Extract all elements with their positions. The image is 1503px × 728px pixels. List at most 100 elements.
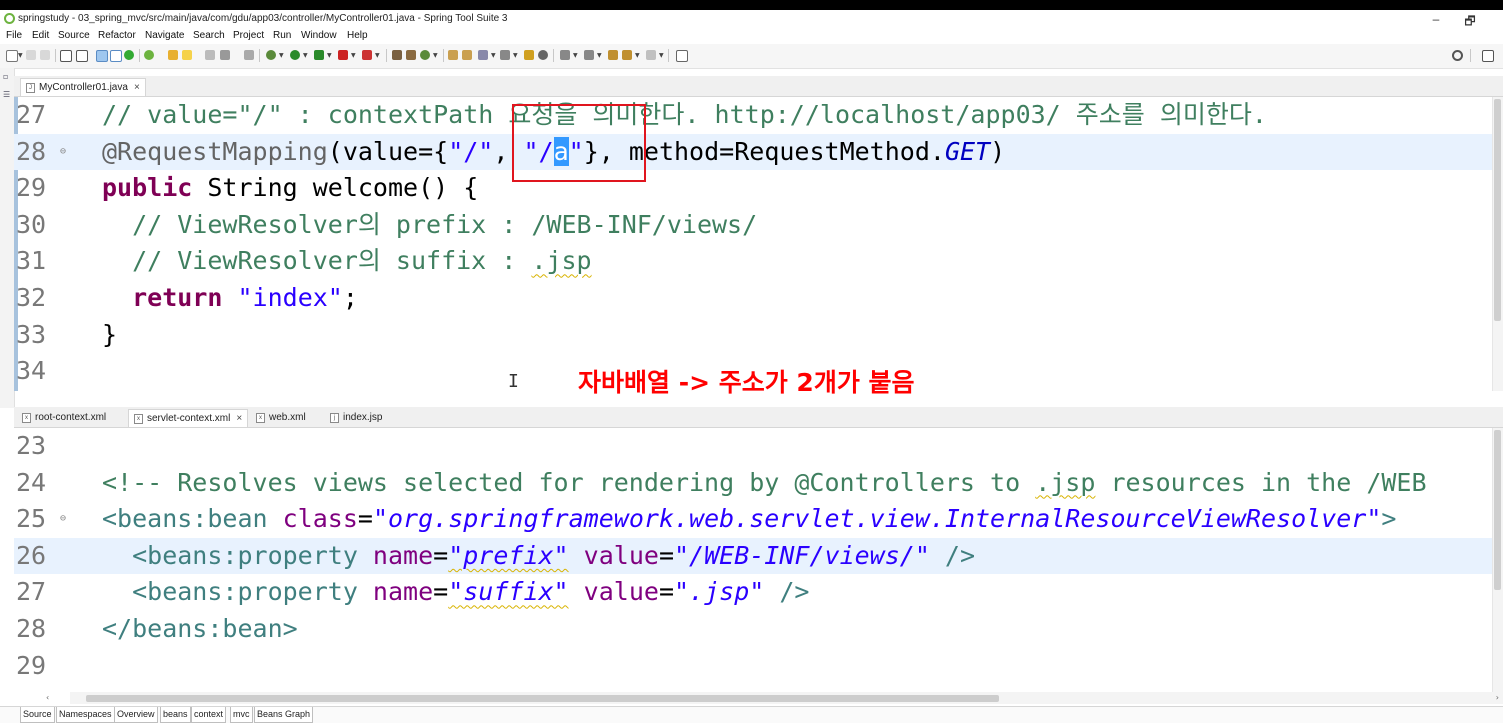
chevron-down-icon[interactable]: ▼	[279, 52, 284, 59]
open-perspective-icon[interactable]	[1482, 50, 1494, 62]
code-line[interactable]: 29	[14, 648, 1493, 684]
menu-file[interactable]: File	[6, 30, 22, 41]
scrollbar-thumb[interactable]	[1494, 430, 1501, 590]
chevron-down-icon[interactable]: ▼	[375, 52, 380, 59]
tab-web-xml[interactable]: x web.xml	[256, 410, 306, 425]
tab-root-context-xml[interactable]: x root-context.xml	[22, 410, 106, 425]
code-line[interactable]: 29 public String welcome() {	[14, 170, 1493, 206]
code-line[interactable]: 28 </beans:bean>	[14, 611, 1493, 647]
pin-editor-icon[interactable]	[676, 50, 688, 62]
menu-refactor[interactable]: Refactor	[98, 30, 136, 41]
chevron-down-icon[interactable]: ▼	[597, 52, 602, 59]
chevron-down-icon[interactable]: ▼	[18, 52, 23, 59]
word-wrap-icon[interactable]	[244, 50, 254, 60]
chevron-down-icon[interactable]: ▼	[659, 52, 664, 59]
minimize-button[interactable]: –	[1426, 12, 1446, 26]
open-type-icon[interactable]	[448, 50, 458, 60]
page-tab-namespaces[interactable]: Namespaces	[56, 707, 115, 723]
code-line[interactable]: 33}	[14, 317, 1493, 353]
menu-run[interactable]: Run	[273, 30, 291, 41]
page-tab-beans-graph[interactable]: Beans Graph	[254, 707, 314, 723]
target-icon[interactable]	[538, 50, 548, 60]
stop-icon[interactable]	[338, 50, 348, 60]
fold-toggle-icon[interactable]: ⊖	[60, 134, 66, 170]
menu-window[interactable]: Window	[301, 30, 337, 41]
new-package-icon[interactable]	[406, 50, 416, 60]
terminal-icon[interactable]	[60, 50, 72, 62]
page-tab-context[interactable]: context	[191, 707, 227, 723]
debug-icon[interactable]	[266, 50, 276, 60]
menu-source[interactable]: Source	[58, 30, 90, 41]
scrollbar-thumb[interactable]	[1494, 99, 1501, 321]
code-line[interactable]: 28 ⊖ @RequestMapping(value={"/", "/a"}, me…	[14, 133, 1493, 170]
menu-navigate[interactable]: Navigate	[145, 30, 184, 41]
chevron-down-icon[interactable]: ▼	[433, 52, 438, 59]
save-icon[interactable]	[26, 50, 36, 60]
run-icon[interactable]	[290, 50, 300, 60]
scrollbar-thumb[interactable]	[86, 695, 999, 702]
restore-view-icon[interactable]: ▫	[3, 72, 8, 81]
chevron-down-icon[interactable]: ▼	[327, 52, 332, 59]
top-code-editor[interactable]: 27 // value="/" : contextPath 요청을 의미한다. h…	[14, 97, 1503, 391]
code-line[interactable]: 26 <beans:property name="prefix" value="…	[14, 537, 1493, 574]
last-edit-location-icon[interactable]	[608, 50, 618, 60]
toggle-selection-icon[interactable]	[96, 50, 108, 62]
new-java-project-icon[interactable]	[392, 50, 402, 60]
bottom-code-editor[interactable]: 23 24 <!-- Resolves views selected for ren…	[14, 428, 1503, 692]
close-icon[interactable]: ×	[134, 82, 140, 93]
scroll-left-icon[interactable]: ‹	[46, 693, 49, 702]
pin-icon[interactable]	[168, 50, 178, 60]
search-icon[interactable]	[1452, 50, 1463, 61]
tab-servlet-context-xml[interactable]: x servlet-context.xml ×	[128, 409, 249, 427]
top-vertical-scrollbar[interactable]	[1492, 97, 1503, 391]
code-line[interactable]: 27 // value="/" : contextPath 요청을 의미한다. h…	[14, 97, 1493, 133]
menu-project[interactable]: Project	[233, 30, 264, 41]
close-icon[interactable]: ×	[236, 413, 242, 424]
search-files-icon[interactable]	[500, 50, 510, 60]
menu-edit[interactable]: Edit	[32, 30, 49, 41]
relaunch-icon[interactable]	[362, 50, 372, 60]
monitor-icon[interactable]	[76, 50, 88, 62]
code-line[interactable]: 31 // ViewResolver의 suffix : .jsp	[14, 243, 1493, 279]
spring-icon[interactable]	[144, 50, 154, 60]
edit-icon[interactable]	[478, 50, 488, 60]
new-class-icon[interactable]	[420, 50, 430, 60]
highlight-icon[interactable]	[182, 50, 192, 60]
chevron-down-icon[interactable]: ▼	[513, 52, 518, 59]
scroll-right-icon[interactable]: ›	[1496, 693, 1499, 702]
outline-icon[interactable]: ☰	[3, 90, 10, 99]
annotation-icon[interactable]	[524, 50, 534, 60]
tab-index-jsp[interactable]: j index.jsp	[330, 410, 382, 425]
horizontal-scrollbar[interactable]: ‹ ›	[46, 692, 1503, 704]
mark-occurrences-icon[interactable]	[110, 50, 122, 62]
page-tab-beans[interactable]: beans	[160, 707, 191, 723]
menu-search[interactable]: Search	[193, 30, 225, 41]
chevron-down-icon[interactable]: ▼	[491, 52, 496, 59]
bottom-vertical-scrollbar[interactable]	[1492, 428, 1503, 692]
menu-help[interactable]: Help	[347, 30, 368, 41]
tab-mycontroller01-java[interactable]: J MyController01.java ×	[20, 78, 146, 96]
page-tab-overview[interactable]: Overview	[114, 707, 158, 723]
forward-icon[interactable]	[646, 50, 656, 60]
save-all-icon[interactable]	[40, 50, 50, 60]
chevron-down-icon[interactable]: ▼	[303, 52, 308, 59]
boot-dashboard-icon[interactable]	[124, 50, 134, 60]
page-tab-source[interactable]: Source	[20, 707, 55, 723]
run-external-icon[interactable]	[314, 50, 324, 60]
code-line[interactable]: 25 ⊖ <beans:bean class="org.springframewor…	[14, 501, 1493, 537]
open-resource-icon[interactable]	[462, 50, 472, 60]
page-tab-mvc[interactable]: mvc	[230, 707, 253, 723]
code-line[interactable]: 32 return "index";	[14, 280, 1493, 316]
back-icon[interactable]	[622, 50, 632, 60]
previous-annotation-icon[interactable]	[584, 50, 594, 60]
chevron-down-icon[interactable]: ▼	[635, 52, 640, 59]
code-line[interactable]: 23	[14, 428, 1493, 464]
show-whitespace-icon[interactable]	[205, 50, 215, 60]
code-line[interactable]: 27 <beans:property name="suffix" value="…	[14, 574, 1493, 610]
new-icon[interactable]	[6, 50, 18, 62]
next-annotation-icon[interactable]	[560, 50, 570, 60]
chevron-down-icon[interactable]: ▼	[573, 52, 578, 59]
fold-toggle-icon[interactable]: ⊖	[60, 501, 66, 537]
code-line[interactable]: 30 // ViewResolver의 prefix : /WEB-INF/vi…	[14, 207, 1493, 243]
block-selection-icon[interactable]	[220, 50, 230, 60]
